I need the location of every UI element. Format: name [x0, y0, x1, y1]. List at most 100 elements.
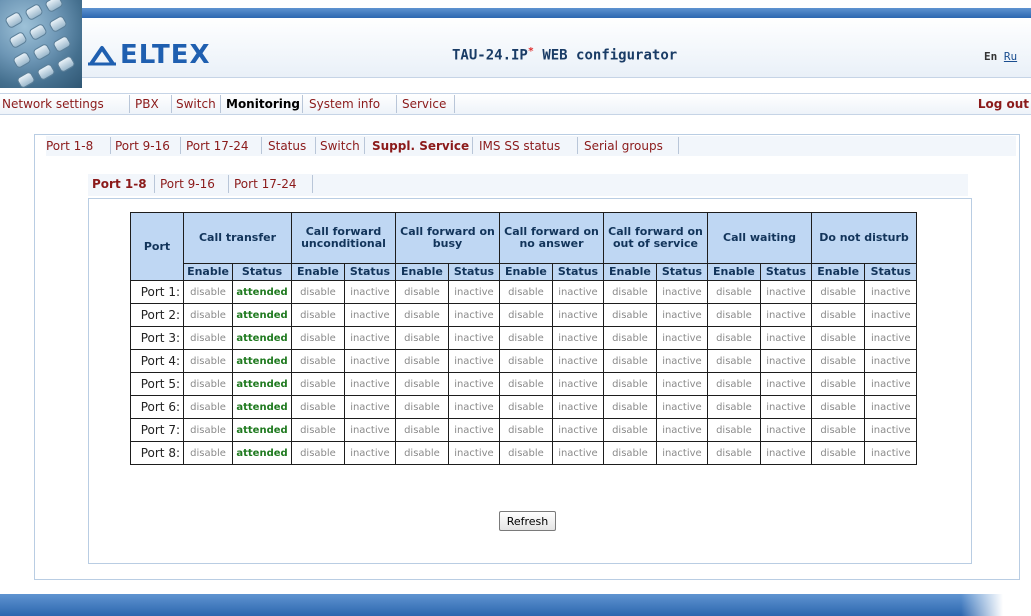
enable-cell: disable: [810, 280, 866, 304]
status-cell: attended: [232, 326, 292, 350]
footer-bar: [0, 594, 1031, 616]
menu-switch[interactable]: Switch: [176, 97, 216, 111]
column-header-status: Status: [551, 263, 605, 281]
enable-cell: disable: [291, 395, 345, 419]
enable-cell: disable: [395, 326, 449, 350]
status-cell: inactive: [343, 418, 397, 442]
submenu-divider: [110, 137, 111, 154]
enable-cell: disable: [707, 372, 761, 396]
column-header-status: Status: [343, 263, 397, 281]
enable-cell: disable: [291, 349, 345, 373]
column-header-status: Status: [864, 263, 917, 281]
status-cell: inactive: [655, 395, 709, 419]
status-cell: inactive: [864, 349, 917, 373]
submenu-serial-groups[interactable]: Serial groups: [584, 139, 663, 153]
enable-cell: disable: [499, 280, 553, 304]
enable-cell: disable: [810, 349, 866, 373]
table-row: Port 4: disable attended disable inactive dis…: [130, 349, 917, 373]
menu-monitoring[interactable]: Monitoring: [226, 97, 300, 111]
menu-divider: [396, 95, 397, 113]
refresh-button[interactable]: Refresh: [499, 511, 556, 531]
enable-cell: disable: [499, 441, 553, 465]
submenu-ims-ss-status[interactable]: IMS SS status: [479, 139, 560, 153]
enable-cell: disable: [182, 303, 234, 327]
status-cell: inactive: [343, 441, 397, 465]
status-cell: inactive: [447, 303, 501, 327]
status-cell: attended: [232, 280, 292, 304]
enable-cell: disable: [291, 280, 345, 304]
subheader-row: Enable Status Enable Status Enable Status Enab…: [131, 263, 917, 281]
enable-cell: disable: [603, 395, 657, 419]
enable-cell: disable: [182, 349, 234, 373]
column-header-enable: Enable: [603, 263, 657, 281]
table-row: Port 3: disable attended disable inactive dis…: [130, 326, 917, 350]
enable-cell: disable: [499, 418, 553, 442]
enable-cell: disable: [603, 441, 657, 465]
enable-cell: disable: [810, 372, 866, 396]
submenu-divider: [261, 137, 262, 154]
status-cell: inactive: [447, 418, 501, 442]
column-header-enable: Enable: [810, 263, 866, 281]
menu-system-info[interactable]: System info: [309, 97, 380, 111]
submenu-status[interactable]: Status: [268, 139, 306, 153]
status-cell: inactive: [759, 418, 813, 442]
enable-cell: disable: [395, 280, 449, 304]
enable-cell: disable: [395, 418, 449, 442]
enable-cell: disable: [182, 441, 234, 465]
menu-divider: [171, 95, 172, 113]
port-label: Port 3:: [130, 326, 184, 350]
status-cell: inactive: [864, 326, 917, 350]
status-cell: inactive: [759, 372, 813, 396]
status-cell: inactive: [447, 280, 501, 304]
enable-cell: disable: [707, 326, 761, 350]
submenu-divider: [180, 137, 181, 154]
menu-divider: [454, 95, 455, 113]
enable-cell: disable: [499, 326, 553, 350]
status-cell: inactive: [551, 280, 605, 304]
table-row: Port 7: disable attended disable inactive dis…: [130, 418, 917, 442]
enable-cell: disable: [182, 418, 234, 442]
status-cell: inactive: [343, 372, 397, 396]
status-cell: inactive: [343, 349, 397, 373]
submenu-port-1-8[interactable]: Port 1-8: [46, 139, 93, 153]
table-row: Port 2: disable attended disable inactive dis…: [130, 303, 917, 327]
status-cell: inactive: [864, 395, 917, 419]
port-label: Port 4:: [130, 349, 184, 373]
column-header-status: Status: [447, 263, 501, 281]
tab-port-9-16[interactable]: Port 9-16: [160, 177, 215, 191]
status-cell: inactive: [655, 303, 709, 327]
lang-en[interactable]: En: [984, 50, 997, 63]
menu-service[interactable]: Service: [402, 97, 446, 111]
logout-link[interactable]: Log out: [978, 97, 1029, 111]
menu-pbx[interactable]: PBX: [135, 97, 159, 111]
status-cell: attended: [232, 303, 292, 327]
column-header-enable: Enable: [182, 263, 234, 281]
enable-cell: disable: [603, 418, 657, 442]
enable-cell: disable: [182, 372, 234, 396]
submenu-switch[interactable]: Switch: [320, 139, 360, 153]
enable-cell: disable: [707, 395, 761, 419]
enable-cell: disable: [291, 372, 345, 396]
language-switch: En Ru: [984, 50, 1017, 63]
table-row: Port 1: disable attended disable inactive dis…: [130, 280, 917, 304]
port-label: Port 2:: [130, 303, 184, 327]
table-row: Port 6: disable attended disable inactive dis…: [130, 395, 917, 419]
column-header-status: Status: [232, 263, 292, 281]
port-label: Port 5:: [130, 372, 184, 396]
tab-divider: [154, 175, 155, 193]
column-header-enable: Enable: [395, 263, 449, 281]
submenu-port-17-24[interactable]: Port 17-24: [186, 139, 248, 153]
lang-ru[interactable]: Ru: [1004, 50, 1017, 63]
status-cell: attended: [232, 349, 292, 373]
tab-divider: [228, 175, 229, 193]
submenu-port-9-16[interactable]: Port 9-16: [115, 139, 170, 153]
tab-port-17-24[interactable]: Port 17-24: [234, 177, 296, 191]
submenu-suppl-service[interactable]: Suppl. Service: [372, 139, 469, 153]
enable-cell: disable: [707, 349, 761, 373]
status-cell: inactive: [864, 418, 917, 442]
header-top-bar: [70, 8, 1031, 18]
tab-port-1-8[interactable]: Port 1-8: [92, 177, 147, 191]
app-title: TAU-24.IP* WEB configurator: [452, 46, 678, 64]
menu-network-settings[interactable]: Network settings: [2, 97, 104, 111]
column-header-enable: Enable: [499, 263, 553, 281]
